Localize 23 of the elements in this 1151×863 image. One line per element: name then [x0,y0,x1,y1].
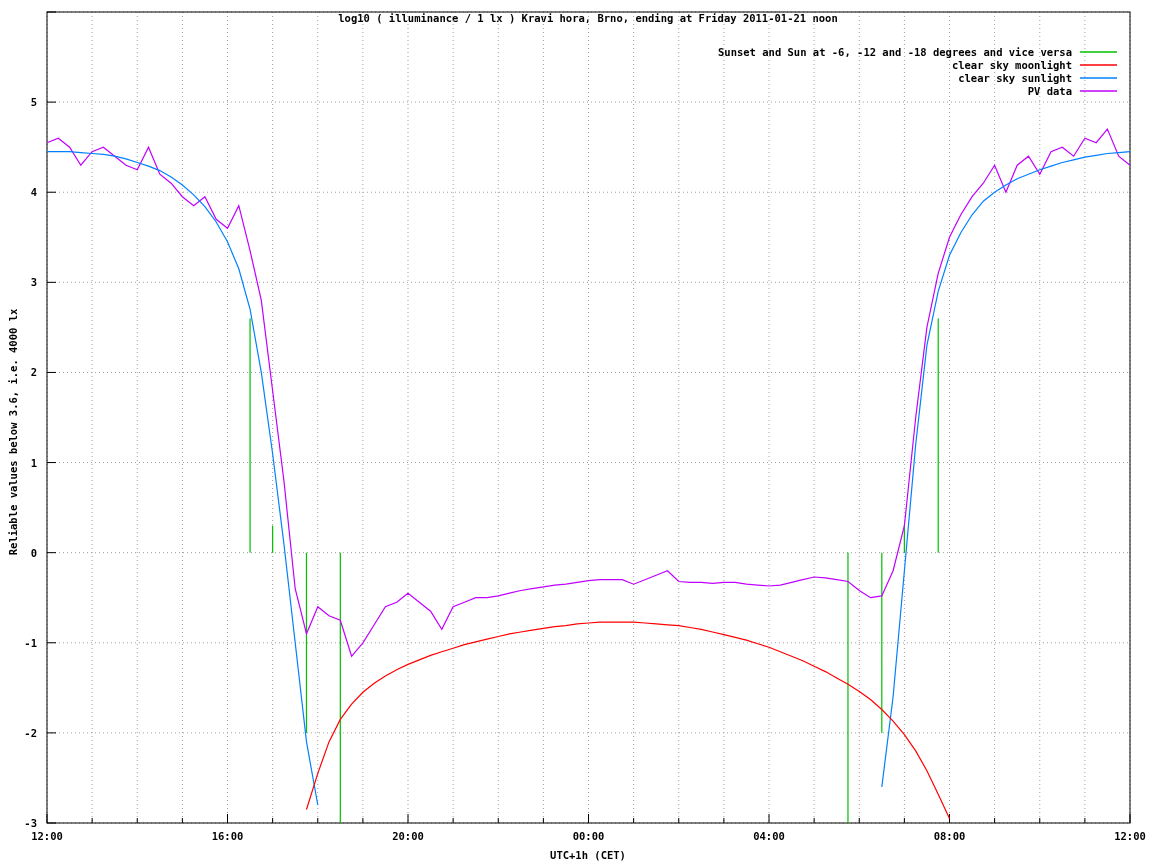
y-tick-label: 4 [30,186,37,199]
y-tick-label: -1 [24,636,37,649]
x-tick-label: 04:00 [753,830,785,842]
legend-label: Sunset and Sun at -6, -12 and -18 degrees and vice versa [718,46,1072,58]
x-tick-label: 08:00 [933,830,966,842]
legend-label: PV data [1027,85,1072,97]
legend-label: clear sky sunlight [958,72,1072,84]
legend-label: clear sky moonlight [951,59,1072,71]
y-axis-label: Reliable values below 3.6, i.e. 4000 lx [7,308,19,556]
x-tick-label: 12:00 [1114,830,1146,842]
x-tick-label: 12:00 [31,830,63,842]
y-tick-label: 1 [30,456,37,469]
y-tick-label: 5 [30,96,37,109]
chart-title: log10 ( illuminance / 1 lx ) Kravi hora, Brno, ending at Friday 2011-01-21 noon [338,12,838,24]
y-tick-label: 0 [30,546,37,559]
x-tick-label: 16:00 [211,830,244,842]
y-tick-label: 3 [30,276,37,289]
x-tick-label: 00:00 [572,830,605,842]
y-tick-label: 2 [30,366,37,379]
y-tick-label: -2 [24,726,37,739]
x-tick-label: 20:00 [392,830,424,842]
y-tick-label: -3 [24,817,37,829]
x-axis-label: UTC+1h (CET) [550,849,626,861]
